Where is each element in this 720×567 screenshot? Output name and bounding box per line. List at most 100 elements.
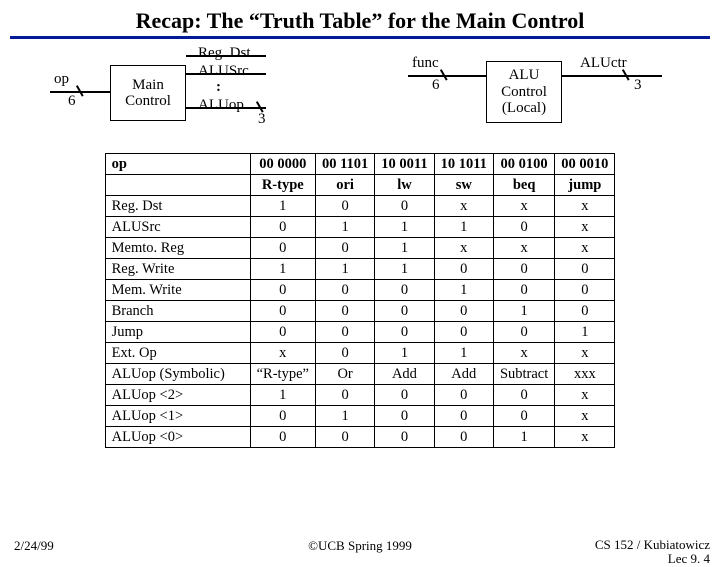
row-header: ALUop (Symbolic): [105, 364, 250, 385]
row-header: ALUop <0>: [105, 427, 250, 448]
row-header: Branch: [105, 301, 250, 322]
cell: x: [493, 238, 554, 259]
page-title: Recap: The “Truth Table” for the Main Co…: [0, 0, 720, 34]
table-row: ALUop (Symbolic)“R-type”OrAddAddSubtract…: [105, 364, 615, 385]
th-op: op: [105, 154, 250, 175]
cell: 0: [315, 322, 374, 343]
th-n4: beq: [493, 175, 554, 196]
cell: 0: [315, 238, 374, 259]
op-label: op: [54, 71, 69, 88]
th-n5: jump: [555, 175, 615, 196]
row-header: Ext. Op: [105, 343, 250, 364]
cell: 0: [493, 406, 554, 427]
cell: 1: [434, 217, 493, 238]
alusrc-wire: [186, 73, 266, 75]
cell: 0: [555, 280, 615, 301]
func-label: func: [412, 55, 439, 72]
alusrc-label: ALUSrc: [198, 63, 249, 80]
cell: 0: [493, 217, 554, 238]
cell: x: [555, 238, 615, 259]
cell: 0: [434, 406, 493, 427]
aluop-wire: [186, 107, 266, 109]
aluop-width: 3: [258, 111, 266, 128]
cell: 0: [555, 301, 615, 322]
cell: 1: [250, 196, 315, 217]
dots-label: :: [216, 79, 221, 96]
cell: 0: [493, 322, 554, 343]
table-row: ALUop <1>01000x: [105, 406, 615, 427]
cell: x: [555, 196, 615, 217]
cell: 0: [434, 322, 493, 343]
cell: x: [555, 217, 615, 238]
cell: 0: [315, 301, 374, 322]
cell: 0: [250, 280, 315, 301]
table-row: ALUop <0>00001x: [105, 427, 615, 448]
cell: “R-type”: [250, 364, 315, 385]
cell: 0: [315, 343, 374, 364]
cell: 1: [493, 427, 554, 448]
cell: 0: [493, 280, 554, 301]
truth-table: op 00 0000 00 1101 10 0011 10 1011 00 01…: [105, 153, 616, 448]
cell: x: [555, 427, 615, 448]
alu-control-box: ALU Control (Local): [486, 61, 562, 123]
cell: 0: [375, 406, 434, 427]
aluctr-wire: [562, 75, 662, 77]
table-row: Mem. Write000100: [105, 280, 615, 301]
cell: 0: [434, 427, 493, 448]
func-width: 6: [432, 77, 440, 94]
cell: x: [555, 343, 615, 364]
cell: 0: [434, 259, 493, 280]
cell: 1: [315, 217, 374, 238]
row-header: ALUSrc: [105, 217, 250, 238]
cell: 1: [250, 259, 315, 280]
cell: 1: [434, 343, 493, 364]
cell: 0: [555, 259, 615, 280]
th-n3: sw: [434, 175, 493, 196]
cell: 0: [434, 301, 493, 322]
table-row: Ext. Opx011xx: [105, 343, 615, 364]
cell: 0: [315, 196, 374, 217]
row-header: Reg. Write: [105, 259, 250, 280]
cell: x: [434, 196, 493, 217]
table-row: Jump000001: [105, 322, 615, 343]
th-n0: R-type: [250, 175, 315, 196]
cell: 1: [375, 259, 434, 280]
th-c2: 10 0011: [375, 154, 434, 175]
cell: 0: [315, 385, 374, 406]
table-row: Reg. Write111000: [105, 259, 615, 280]
cell: 0: [375, 427, 434, 448]
cell: 0: [250, 238, 315, 259]
table-row: ALUop <2>10000x: [105, 385, 615, 406]
cell: 0: [315, 280, 374, 301]
cell: 0: [315, 427, 374, 448]
op-width: 6: [68, 93, 76, 110]
table-head-opcodes: op 00 0000 00 1101 10 0011 10 1011 00 01…: [105, 154, 615, 175]
cell: Or: [315, 364, 374, 385]
control-diagram: op 6 Main Control Reg. Dst ALUSrc : ALUo…: [0, 43, 720, 153]
cell: 1: [555, 322, 615, 343]
table-row: Branch000010: [105, 301, 615, 322]
th-c3: 10 1011: [434, 154, 493, 175]
cell: 0: [493, 385, 554, 406]
cell: 0: [250, 427, 315, 448]
aluctr-width: 3: [634, 77, 642, 94]
cell: 1: [434, 280, 493, 301]
cell: 0: [434, 385, 493, 406]
footer-course: CS 152 / Kubiatowicz Lec 9. 4: [595, 538, 710, 567]
cell: 1: [250, 385, 315, 406]
row-header: Reg. Dst: [105, 196, 250, 217]
table-row: Reg. Dst100xxx: [105, 196, 615, 217]
th-c1: 00 1101: [315, 154, 374, 175]
row-header: ALUop <2>: [105, 385, 250, 406]
cell: x: [250, 343, 315, 364]
row-header: Jump: [105, 322, 250, 343]
th-blank: [105, 175, 250, 196]
main-control-box: Main Control: [110, 65, 186, 121]
row-header: Mem. Write: [105, 280, 250, 301]
cell: 0: [375, 196, 434, 217]
th-c5: 00 0010: [555, 154, 615, 175]
cell: 1: [315, 406, 374, 427]
cell: xxx: [555, 364, 615, 385]
cell: 0: [250, 322, 315, 343]
cell: 1: [493, 301, 554, 322]
